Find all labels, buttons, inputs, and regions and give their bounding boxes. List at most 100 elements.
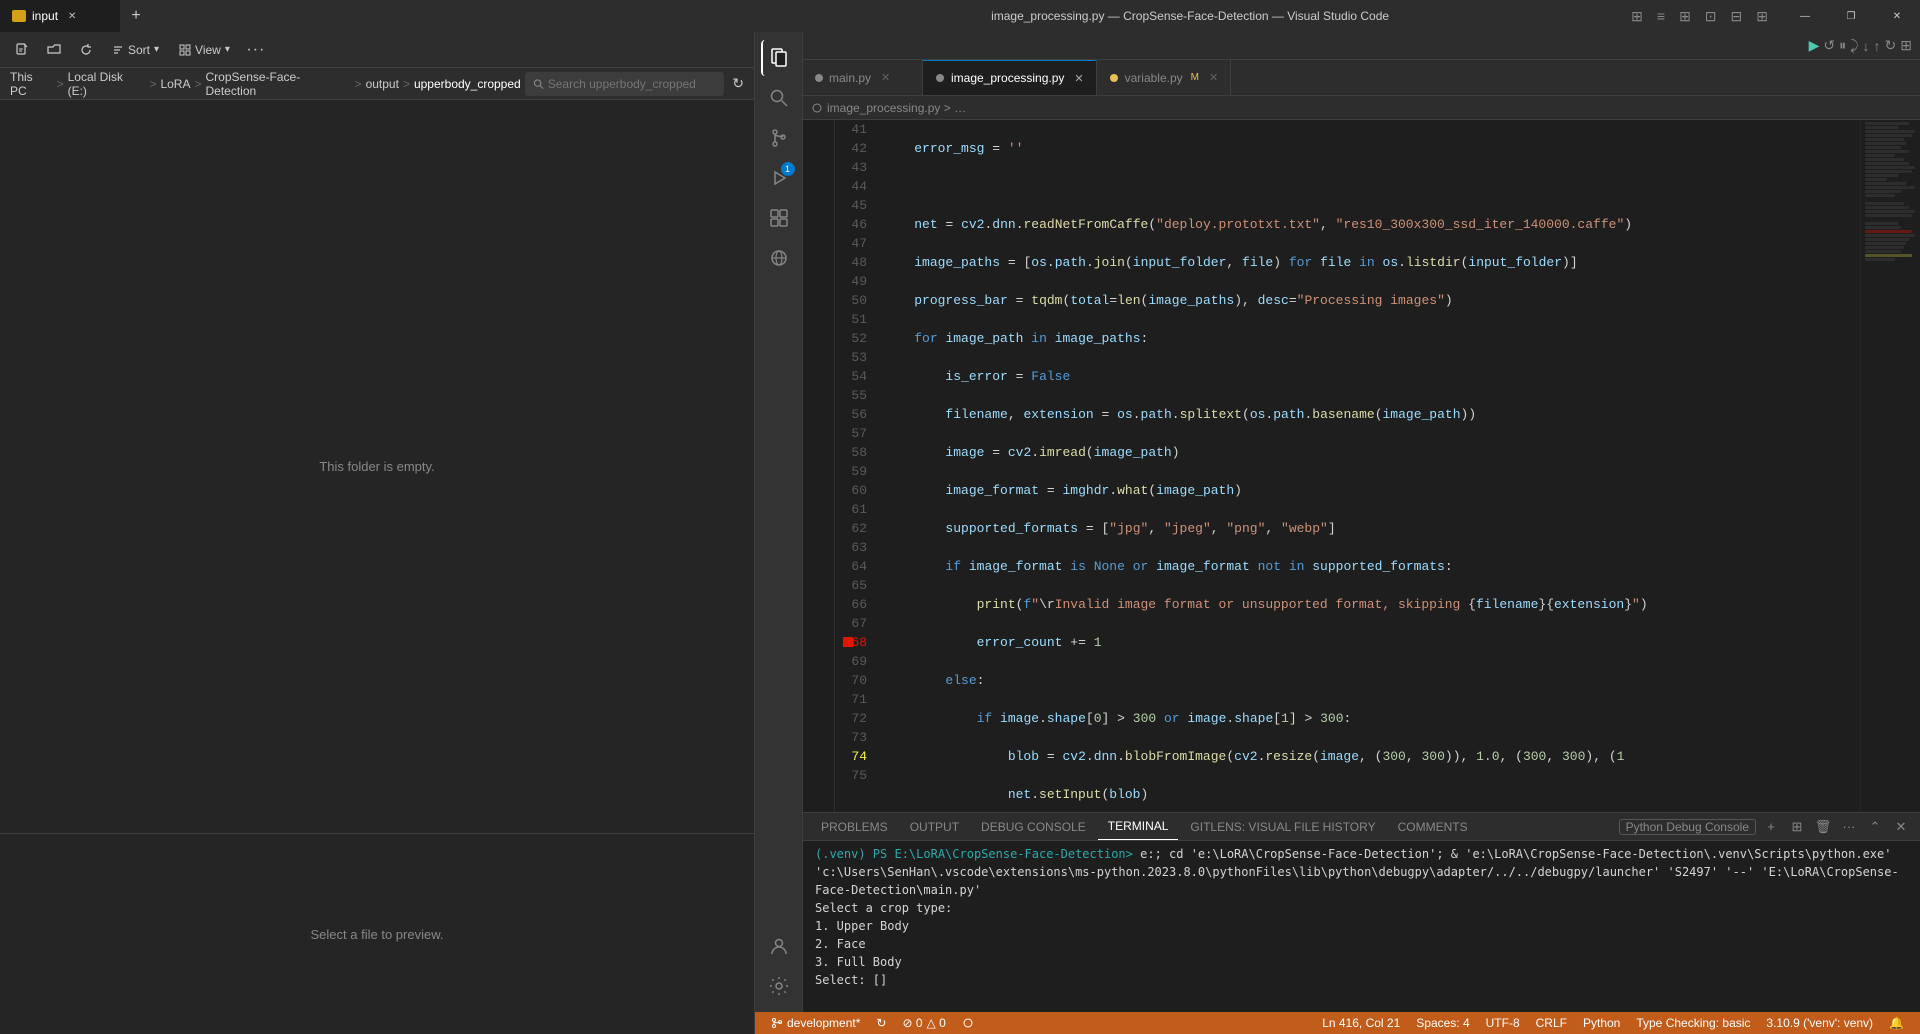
debug-stop-btn[interactable]: ⏸ [1839,37,1846,54]
editor-body: 41 42 43 44 45 46 47 48 49 [803,120,1920,812]
type-check-text: Type Checking: basic [1636,1016,1750,1030]
ln-56: 56 [835,405,867,424]
close-btn[interactable]: ✕ [1874,0,1920,32]
tab-output[interactable]: OUTPUT [900,813,969,840]
terminal-add-btn[interactable]: + [1760,816,1782,838]
activity-remote[interactable] [761,240,797,276]
vsc-icon-5[interactable]: ⊟ [1725,8,1749,25]
vsc-icon-4[interactable]: ⊡ [1699,8,1723,25]
status-errors[interactable]: ⊘ 0 △ 0 [894,1012,953,1034]
minimize-btn[interactable]: — [1782,0,1828,32]
editor-run-toolbar: ▶ ↺ ⏸ ⤸ ↓ ↑ ↻ ⊞ [803,32,1920,60]
activity-account[interactable] [761,928,797,964]
ln-55: 55 [835,386,867,405]
activity-extensions[interactable] [761,200,797,236]
tab-terminal[interactable]: TERMINAL [1098,813,1179,840]
debug-step-out-btn[interactable]: ↑ [1874,38,1881,54]
vsc-icon-1[interactable]: ⊞ [1625,8,1649,25]
tab-main-py[interactable]: main.py ✕ [803,60,923,95]
tab-debug-console[interactable]: DEBUG CONSOLE [971,813,1096,840]
python-debug-console[interactable]: Python Debug Console [1619,819,1756,835]
code-scroll[interactable]: 41 42 43 44 45 46 47 48 49 [835,120,1860,812]
vsc-icon-6[interactable]: ⊞ [1750,8,1774,25]
status-location[interactable]: Ln 416, Col 21 [1314,1012,1408,1034]
tab-close-imgproc[interactable]: ✕ [1074,72,1083,85]
new-folder-btn[interactable] [40,36,68,64]
code-43: net = cv2.dnn.readNetFromCaffe("deploy.p… [883,215,1860,234]
debug-step-into-btn[interactable]: ↓ [1863,38,1870,54]
run-btn[interactable]: ▶ [1809,37,1820,54]
terminal-more-btn[interactable]: ··· [1838,816,1860,838]
new-file-btn[interactable] [8,36,36,64]
tab-close-main[interactable]: ✕ [881,71,890,84]
term-line-6: Select: [] [815,971,1908,989]
activity-search[interactable] [761,80,797,116]
activity-git[interactable] [761,120,797,156]
view-btn[interactable]: View ▾ [171,36,238,64]
new-tab-btn[interactable]: + [120,7,152,25]
breadcrumb-output[interactable]: output [366,77,399,91]
status-encoding[interactable]: UTF-8 [1478,1012,1528,1034]
code-52: if image_format is None or image_format … [883,557,1860,576]
activity-bar: 1 [755,32,803,1012]
breadcrumb-localdisk[interactable]: Local Disk (E:) [68,70,146,98]
editor-container: ▶ ↺ ⏸ ⤸ ↓ ↑ ↻ ⊞ [803,32,1920,1012]
ln-42: 42 [835,139,867,158]
window-controls: ⊞ ≡ ⊞ ⊡ ⊟ ⊞ — ❐ ✕ [1625,0,1920,32]
terminal-max-btn[interactable]: ⌃ [1864,816,1886,838]
activity-debug[interactable]: 1 [761,160,797,196]
status-python-version[interactable]: 3.10.9 ('venv': venv) [1758,1012,1881,1034]
vsc-icon-3[interactable]: ⊞ [1673,8,1697,25]
status-language[interactable]: Python [1575,1012,1628,1034]
terminal-panel: PROBLEMS OUTPUT DEBUG CONSOLE TERMINAL G… [803,812,1920,1012]
terminal-split-btn[interactable]: ⊞ [1786,816,1808,838]
breadcrumb-sep5: > [403,77,410,91]
debug-step-over-btn[interactable]: ⤸ [1850,37,1858,54]
status-spaces[interactable]: Spaces: 4 [1408,1012,1477,1034]
debug-layout-btn[interactable]: ⊞ [1900,37,1912,54]
ln-48: 48 [835,253,867,272]
search-input[interactable] [548,77,717,91]
breadcrumb-thispc[interactable]: This PC [10,70,53,98]
status-bell[interactable]: 🔔 [1881,1012,1912,1034]
status-type-check[interactable]: Type Checking: basic [1628,1012,1758,1034]
tab-image-processing[interactable]: image_processing.py ✕ [923,60,1097,95]
terminal-close-btn[interactable]: ✕ [1890,816,1912,838]
debug-continue-btn[interactable]: ↻ [1885,37,1897,54]
ln-73: 73 [835,728,867,747]
explorer-tab-close[interactable]: ✕ [68,11,76,22]
status-remote[interactable] [954,1012,982,1034]
refresh-btn[interactable] [72,36,100,64]
tab-variable-py[interactable]: variable.py M ✕ [1097,60,1232,95]
terminal-trash-btn[interactable]: 🗑 [1812,816,1834,838]
vsc-icon-2[interactable]: ≡ [1651,8,1671,24]
explorer-tab-input[interactable]: input ✕ [0,0,120,32]
activity-explorer[interactable] [761,40,797,76]
sort-btn[interactable]: Sort ▾ [104,36,167,64]
breadcrumb-folder[interactable]: upperbody_cropped [414,77,521,91]
debug-restart-btn[interactable]: ↺ [1823,37,1835,54]
breadcrumb-lora[interactable]: LoRA [160,77,190,91]
ln-41: 41 [835,120,867,139]
explorer-title-area: input ✕ + [0,0,755,32]
ln-58: 58 [835,443,867,462]
status-branch[interactable]: development* [763,1012,868,1034]
tab-close-var[interactable]: ✕ [1209,71,1218,84]
restore-btn[interactable]: ❐ [1828,0,1874,32]
tab-comments[interactable]: COMMENTS [1388,813,1478,840]
editor-breadcrumb: image_processing.py > … [803,96,1920,120]
breadcrumb-project[interactable]: CropSense-Face-Detection [206,70,351,98]
more-btn[interactable]: ··· [242,36,270,64]
status-sync[interactable]: ↻ [868,1012,894,1034]
terminal-content[interactable]: (.venv) PS E:\LoRA\CropSense-Face-Detect… [803,841,1920,1012]
ln-75: 75 [835,766,867,785]
breadcrumb-sep4: > [355,77,362,91]
activity-settings[interactable] [761,968,797,1004]
ln-45: 45 [835,196,867,215]
bell-icon: 🔔 [1889,1016,1904,1030]
tab-problems[interactable]: PROBLEMS [811,813,898,840]
code-lines[interactable]: error_msg = '' net = cv2.dnn.readNetFrom… [879,120,1860,812]
status-line-ending[interactable]: CRLF [1528,1012,1575,1034]
tab-gitlens[interactable]: GITLENS: VISUAL FILE HISTORY [1180,813,1385,840]
location-refresh-btn[interactable]: ↻ [732,75,744,92]
